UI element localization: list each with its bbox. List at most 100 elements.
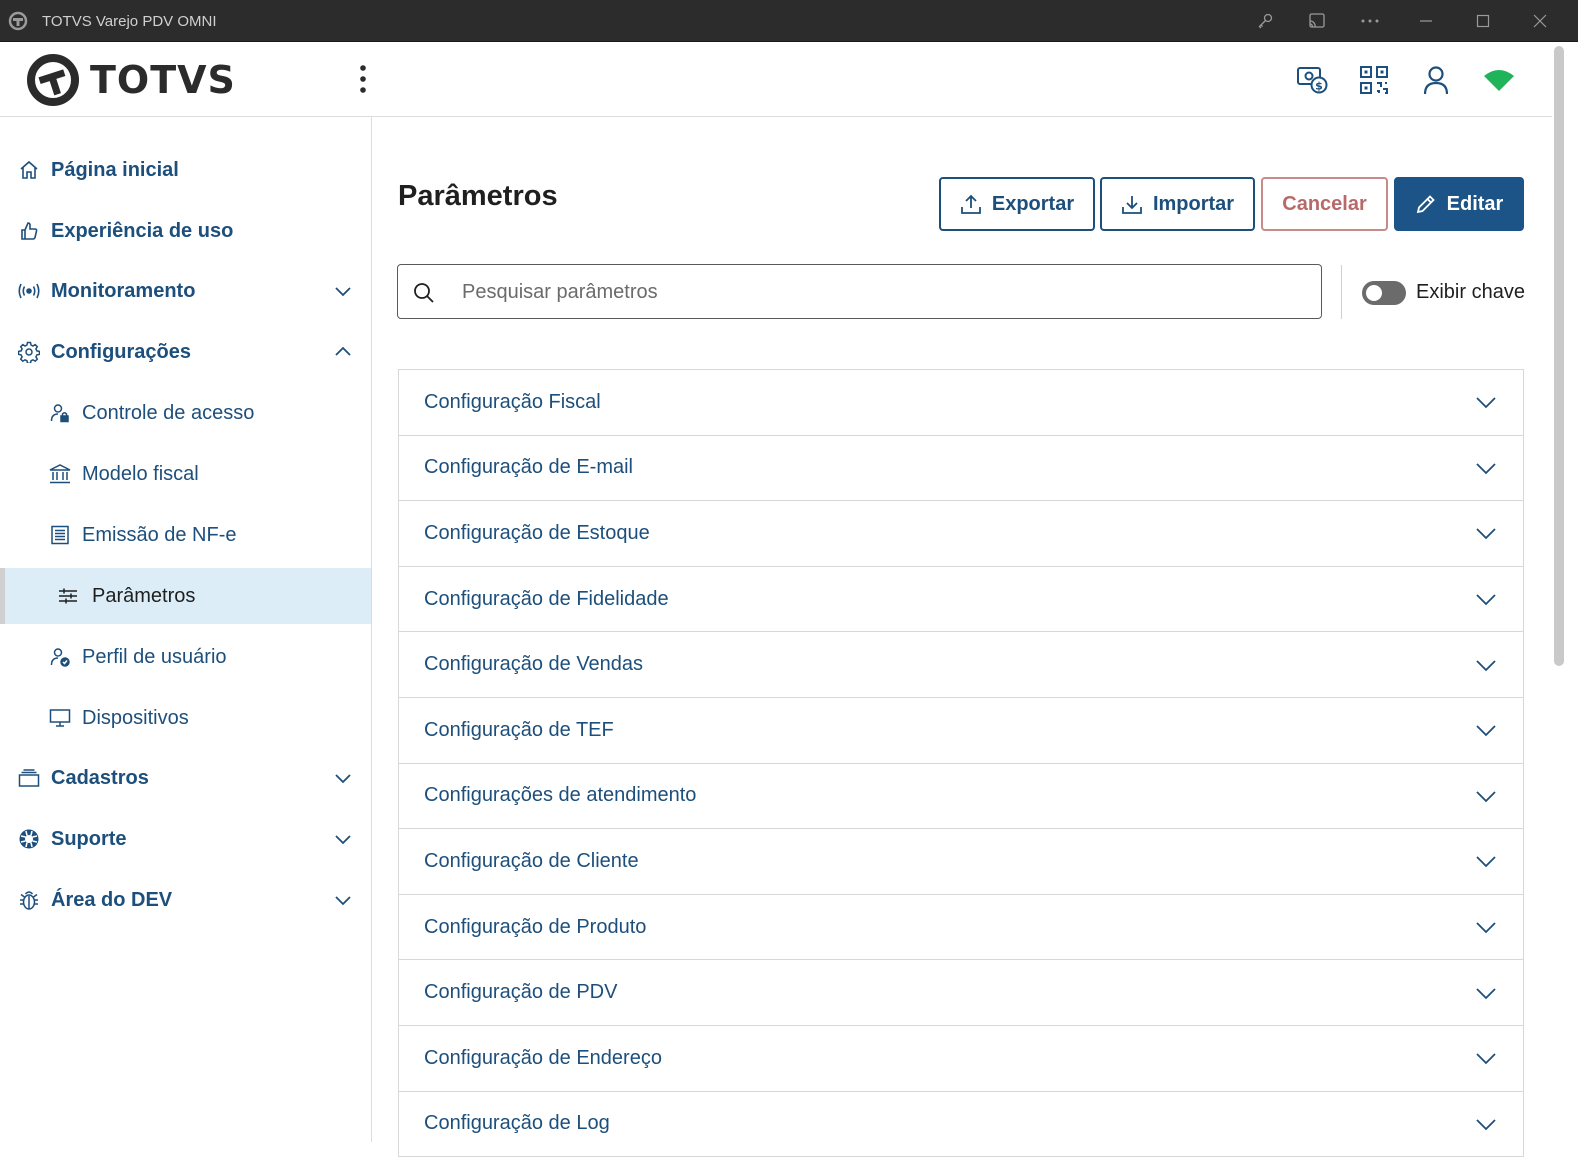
parameters-accordion: Configuração Fiscal Configuração de E-ma… xyxy=(398,369,1524,1157)
sidebar-item-registrations[interactable]: Cadastros xyxy=(0,750,371,806)
sidebar-item-access-control[interactable]: Controle de acesso xyxy=(0,385,371,441)
sidebar-item-label: Emissão de NF-e xyxy=(82,523,237,546)
minimize-icon[interactable] xyxy=(1415,10,1437,32)
chevron-down-icon[interactable] xyxy=(1474,849,1498,873)
logo-text: TOTVS xyxy=(90,58,236,102)
wifi-connected-icon xyxy=(1479,60,1519,100)
more-options-icon[interactable] xyxy=(1359,10,1381,32)
accordion-item[interactable]: Configuração de Cliente xyxy=(399,829,1523,895)
sidebar-item-user-profile[interactable]: Perfil de usuário xyxy=(0,629,371,685)
chevron-down-icon[interactable] xyxy=(332,280,354,302)
stack-icon xyxy=(18,767,40,789)
accordion-item[interactable]: Configuração de Vendas xyxy=(399,632,1523,698)
chevron-down-icon[interactable] xyxy=(332,767,354,789)
accordion-item[interactable]: Configuração de TEF xyxy=(399,697,1523,764)
sidebar-item-label: Parâmetros xyxy=(92,584,196,607)
accordion-item[interactable]: Configuração de Fidelidade xyxy=(399,566,1523,633)
accordion-item-label: Configuração Fiscal xyxy=(424,390,601,413)
chevron-down-icon[interactable] xyxy=(332,828,354,850)
qr-code-icon[interactable] xyxy=(1354,60,1394,100)
sidebar-item-label: Perfil de usuário xyxy=(82,645,227,668)
accordion-item[interactable]: Configuração de Estoque xyxy=(399,501,1523,567)
sidebar-item-label: Experiência de uso xyxy=(51,219,234,242)
download-icon xyxy=(1121,193,1143,215)
sidebar-item-parameters[interactable]: Parâmetros xyxy=(0,568,371,624)
user-lock-icon xyxy=(49,402,71,424)
chevron-down-icon[interactable] xyxy=(1474,653,1498,677)
cast-icon[interactable] xyxy=(1306,10,1328,32)
search-field[interactable] xyxy=(397,264,1322,319)
thumbs-up-icon xyxy=(18,220,40,242)
import-button-label: Importar xyxy=(1152,192,1235,215)
totvs-logo[interactable]: TOTVS xyxy=(26,53,236,107)
sidebar-item-user-experience[interactable]: Experiência de uso xyxy=(0,203,371,259)
page-title: Parâmetros xyxy=(398,180,558,212)
accordion-item-label: Configuração de TEF xyxy=(424,718,614,741)
sidebar-item-dev-area[interactable]: Área do DEV xyxy=(0,872,371,928)
svg-text:$: $ xyxy=(1315,80,1323,93)
sidebar-item-home[interactable]: Página inicial xyxy=(0,142,371,198)
search-input[interactable] xyxy=(462,277,1302,307)
sliders-icon xyxy=(57,585,79,607)
broadcast-icon xyxy=(18,280,40,302)
export-button[interactable]: Exportar xyxy=(939,177,1095,231)
chevron-down-icon[interactable] xyxy=(1474,1046,1498,1070)
chevron-down-icon[interactable] xyxy=(1474,981,1498,1005)
sidebar-item-settings[interactable]: Configurações xyxy=(0,324,371,380)
sidebar-item-label: Dispositivos xyxy=(82,706,189,729)
chevron-down-icon[interactable] xyxy=(1474,784,1498,808)
chevron-down-icon[interactable] xyxy=(1474,521,1498,545)
document-list-icon xyxy=(49,524,71,546)
sidebar-item-support[interactable]: Suporte xyxy=(0,811,371,867)
accordion-item[interactable]: Configuração Fiscal xyxy=(399,370,1523,436)
edit-button-label: Editar xyxy=(1446,192,1504,215)
chevron-down-icon[interactable] xyxy=(1474,915,1498,939)
maximize-icon[interactable] xyxy=(1472,10,1494,32)
chevron-down-icon[interactable] xyxy=(1474,390,1498,414)
cancel-button[interactable]: Cancelar xyxy=(1261,177,1388,231)
chevron-down-icon[interactable] xyxy=(1474,587,1498,611)
sidebar-item-label: Modelo fiscal xyxy=(82,462,199,485)
pencil-icon xyxy=(1415,193,1437,215)
chevron-up-icon[interactable] xyxy=(332,341,354,363)
accordion-item[interactable]: Configuração de Produto xyxy=(399,894,1523,961)
sidebar-item-label: Monitoramento xyxy=(51,279,196,302)
accordion-item-label: Configuração de Cliente xyxy=(424,849,639,872)
lifebuoy-icon xyxy=(18,828,40,850)
close-icon[interactable] xyxy=(1529,10,1551,32)
kebab-menu-icon[interactable] xyxy=(352,62,374,96)
accordion-item[interactable]: Configuração de Log xyxy=(399,1091,1523,1157)
sidebar-item-fiscal-model[interactable]: Modelo fiscal xyxy=(0,446,371,502)
chevron-down-icon[interactable] xyxy=(1474,718,1498,742)
chevron-down-icon[interactable] xyxy=(1474,456,1498,480)
chevron-down-icon[interactable] xyxy=(332,889,354,911)
sidebar-item-monitoring[interactable]: Monitoramento xyxy=(0,263,371,319)
accordion-item-label: Configuração de Fidelidade xyxy=(424,587,669,610)
chevron-down-icon[interactable] xyxy=(1474,1112,1498,1136)
accordion-item[interactable]: Configuração de Endereço xyxy=(399,1025,1523,1092)
user-profile-icon[interactable] xyxy=(1416,60,1456,100)
import-button[interactable]: Importar xyxy=(1100,177,1255,231)
sidebar-item-label: Controle de acesso xyxy=(82,401,255,424)
key-icon[interactable] xyxy=(1254,10,1276,32)
accordion-item-label: Configuração de PDV xyxy=(424,981,618,1004)
accordion-item[interactable]: Configuração de E-mail xyxy=(399,435,1523,502)
edit-button[interactable]: Editar xyxy=(1394,177,1524,231)
accordion-item-label: Configuração de E-mail xyxy=(424,456,633,479)
accordion-item[interactable]: Configuração de PDV xyxy=(399,960,1523,1026)
user-check-icon xyxy=(49,646,71,668)
scrollbar-thumb[interactable] xyxy=(1554,46,1564,666)
sidebar-item-devices[interactable]: Dispositivos xyxy=(0,690,371,746)
toggle-knob xyxy=(1366,285,1382,301)
sidebar-item-nfe-issuance[interactable]: Emissão de NF-e xyxy=(0,507,371,563)
app-header: TOTVS $ xyxy=(0,42,1552,117)
accordion-item-label: Configurações de atendimento xyxy=(424,784,697,807)
cancel-button-label: Cancelar xyxy=(1282,192,1367,215)
sidebar: Página inicial Experiência de uso Monito… xyxy=(0,117,372,1142)
show-key-toggle[interactable] xyxy=(1362,281,1406,305)
window-title: TOTVS Varejo PDV OMNI xyxy=(42,13,217,30)
window-titlebar: TOTVS Varejo PDV OMNI xyxy=(0,0,1578,42)
accordion-item[interactable]: Configurações de atendimento xyxy=(399,763,1523,830)
divider xyxy=(1341,265,1342,319)
cash-register-icon[interactable]: $ xyxy=(1292,60,1332,100)
